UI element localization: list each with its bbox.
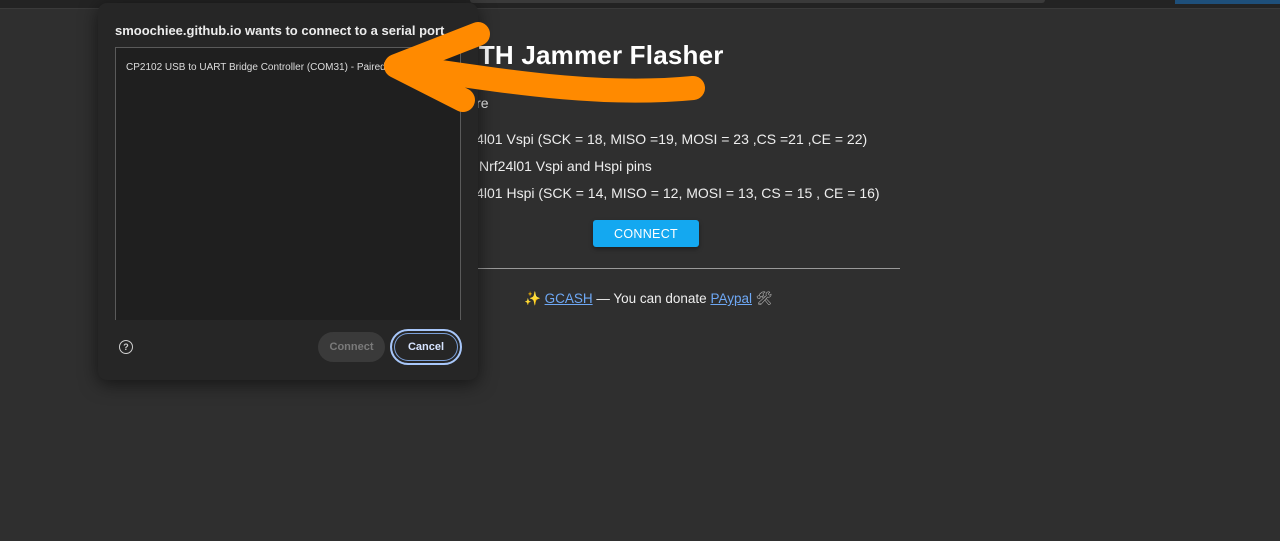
dialog-cancel-button[interactable]: Cancel [390,329,462,365]
help-icon[interactable]: ? [119,340,133,354]
serial-port-dialog: smoochiee.github.io wants to connect to … [98,3,478,380]
paypal-link[interactable]: PAypal [710,291,752,306]
divider [440,268,900,269]
dual-pins-line: Nrf24l01 Vspi and Hspi pins [479,158,652,174]
port-list[interactable]: CP2102 USB to UART Bridge Controller (CO… [115,47,461,320]
vspi-pins-line: e Nrf24l01 Vspi (SCK = 18, MISO =19, MOS… [438,131,868,147]
page: OOTH Jammer Flasher ardware e Nrf24l01 V… [0,0,1280,541]
gcash-link[interactable]: GCASH [545,291,593,306]
tools-icon: 🛠 [755,291,773,306]
connect-button[interactable]: CONNECT [593,220,699,247]
address-bar-edge [470,0,1045,3]
page-title: OOTH Jammer Flasher [438,40,724,70]
donate-line: ✨ GCASH — You can donate PAypal 🛠 [524,291,773,307]
dialog-connect-button[interactable]: Connect [318,332,385,362]
dialog-title: smoochiee.github.io wants to connect to … [115,23,445,38]
hspi-pins-line: e Nrf24l01 Hspi (SCK = 14, MISO = 12, MO… [438,185,880,201]
toolbar-accent [1175,0,1280,4]
donate-text: — You can donate [592,291,711,306]
sparkle-icon: ✨ [524,291,541,306]
port-item[interactable]: CP2102 USB to UART Bridge Controller (CO… [126,62,386,73]
